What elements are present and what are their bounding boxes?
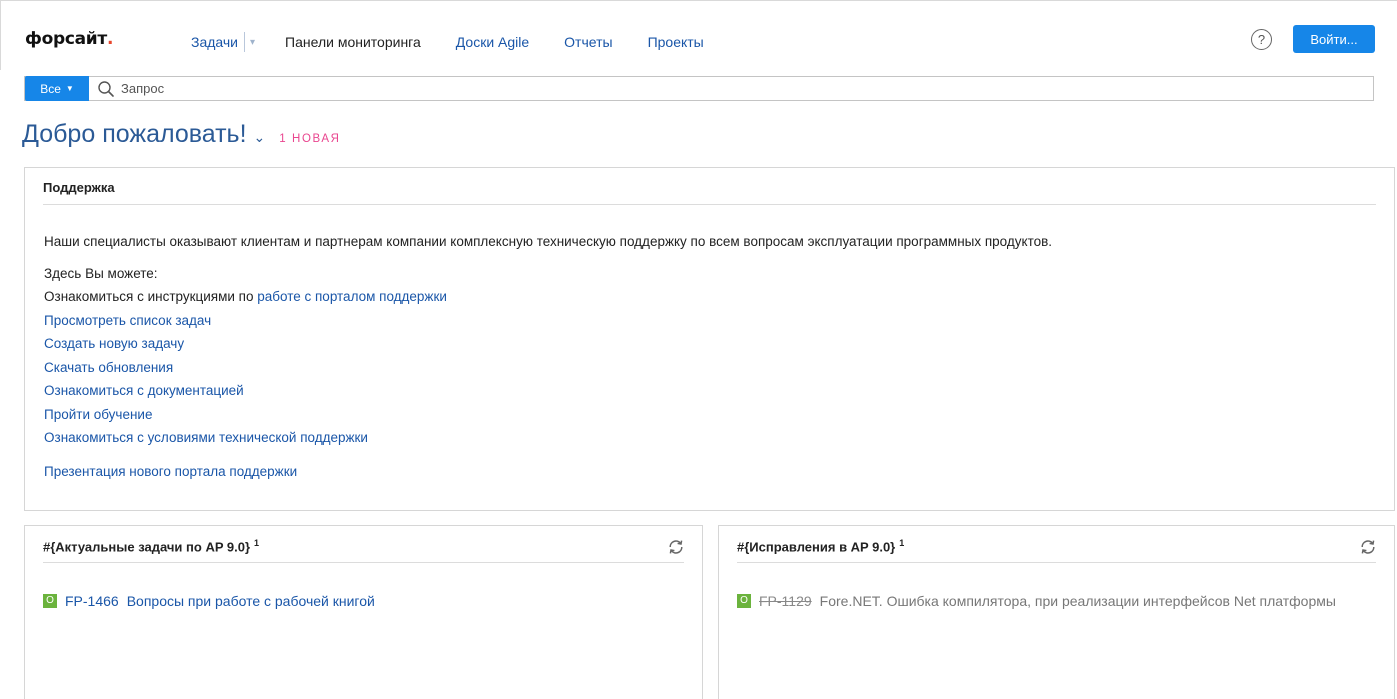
logo-text: форсайт: [25, 29, 107, 49]
support-intro: Наши специалисты оказывают клиентам и па…: [44, 234, 1053, 249]
nav-projects[interactable]: Проекты: [648, 34, 704, 50]
chevron-down-icon[interactable]: ⌄: [254, 129, 266, 146]
support-terms-link[interactable]: Ознакомиться с условиями технической под…: [44, 430, 368, 445]
gadget-title: #{Исправления в AP 9.0} 1: [737, 538, 904, 554]
portal-instructions-link[interactable]: работе с порталом поддержки: [257, 289, 447, 304]
gadget-title-text: #{Актуальные задачи по AP 9.0}: [43, 539, 251, 555]
view-tasks-link[interactable]: Просмотреть список задач: [44, 313, 211, 328]
search-scope-dropdown[interactable]: Все ▼: [25, 76, 89, 101]
gadget-count: 1: [899, 538, 905, 548]
scope-label: Все: [40, 81, 61, 96]
search-bar: Все ▼: [24, 76, 1374, 101]
top-navigation-bar: форсайт. Задачи ▾ Панели мониторинга Дос…: [0, 0, 1397, 70]
issue-row: O FP-1466 Вопросы при работе с рабочей к…: [43, 590, 375, 612]
fixes-gadget: #{Исправления в AP 9.0} 1 O FP-1129 Fore.…: [718, 525, 1395, 699]
logo[interactable]: форсайт.: [25, 29, 113, 49]
status-badge: O: [43, 594, 57, 608]
create-task-link[interactable]: Создать новую задачу: [44, 336, 184, 351]
nav-tasks[interactable]: Задачи: [191, 34, 238, 50]
divider: [737, 562, 1376, 563]
divider: [43, 562, 684, 563]
gadget-count: 1: [254, 538, 260, 548]
new-count-badge[interactable]: 1 НОВАЯ: [279, 133, 340, 145]
issue-summary-link[interactable]: Fore.NET. Ошибка компилятора, при реализ…: [820, 590, 1350, 612]
refresh-icon[interactable]: [667, 538, 685, 556]
support-gadget: Поддержка Наши специалисты оказывают кли…: [24, 167, 1395, 511]
nav-separator: [244, 32, 246, 52]
caret-down-icon: ▼: [65, 84, 74, 93]
nav-dashboards[interactable]: Панели мониторинга: [285, 34, 421, 50]
actual-tasks-gadget: #{Актуальные задачи по AP 9.0} 1 O FP-146…: [24, 525, 703, 699]
instructions-prefix: Ознакомиться с инструкциями по: [44, 289, 258, 304]
gadget-title: #{Актуальные задачи по AP 9.0} 1: [43, 538, 259, 554]
gadget-title-text: #{Исправления в AP 9.0}: [737, 539, 896, 555]
support-content: Наши специалисты оказывают клиентам и па…: [44, 230, 1052, 483]
issue-summary-link[interactable]: Вопросы при работе с рабочей книгой: [127, 590, 375, 612]
login-button[interactable]: Войти...: [1293, 25, 1375, 53]
status-badge: O: [737, 594, 751, 608]
search-input[interactable]: [121, 77, 1361, 100]
refresh-icon[interactable]: [1359, 538, 1377, 556]
main-nav: Задачи ▾ Панели мониторинга Доски Agile …: [191, 32, 704, 52]
download-updates-link[interactable]: Скачать обновления: [44, 360, 173, 375]
issue-row: O FP-1129 Fore.NET. Ошибка компилятора, …: [737, 590, 1350, 612]
gadget-title: Поддержка: [43, 180, 115, 195]
chevron-down-icon[interactable]: ▾: [250, 37, 255, 48]
divider: [43, 204, 1376, 205]
issue-key-link[interactable]: FP-1466: [65, 590, 119, 612]
search-icon: [98, 81, 114, 97]
logo-dot: .: [106, 29, 114, 49]
nav-reports[interactable]: Отчеты: [564, 34, 612, 50]
dashboard-header: Добро пожаловать! ⌄ 1 НОВАЯ: [22, 120, 341, 149]
support-subheading: Здесь Вы можете:: [44, 265, 158, 281]
training-link[interactable]: Пройти обучение: [44, 407, 152, 422]
presentation-link[interactable]: Презентация нового портала поддержки: [44, 464, 297, 479]
documentation-link[interactable]: Ознакомиться с документацией: [44, 383, 244, 398]
help-icon[interactable]: ?: [1251, 29, 1272, 50]
issue-key-link[interactable]: FP-1129: [759, 590, 812, 612]
page-title[interactable]: Добро пожаловать!: [22, 120, 247, 149]
nav-agile-boards[interactable]: Доски Agile: [456, 34, 529, 50]
instructions-line: Ознакомиться с инструкциями по работе с …: [44, 285, 1052, 309]
